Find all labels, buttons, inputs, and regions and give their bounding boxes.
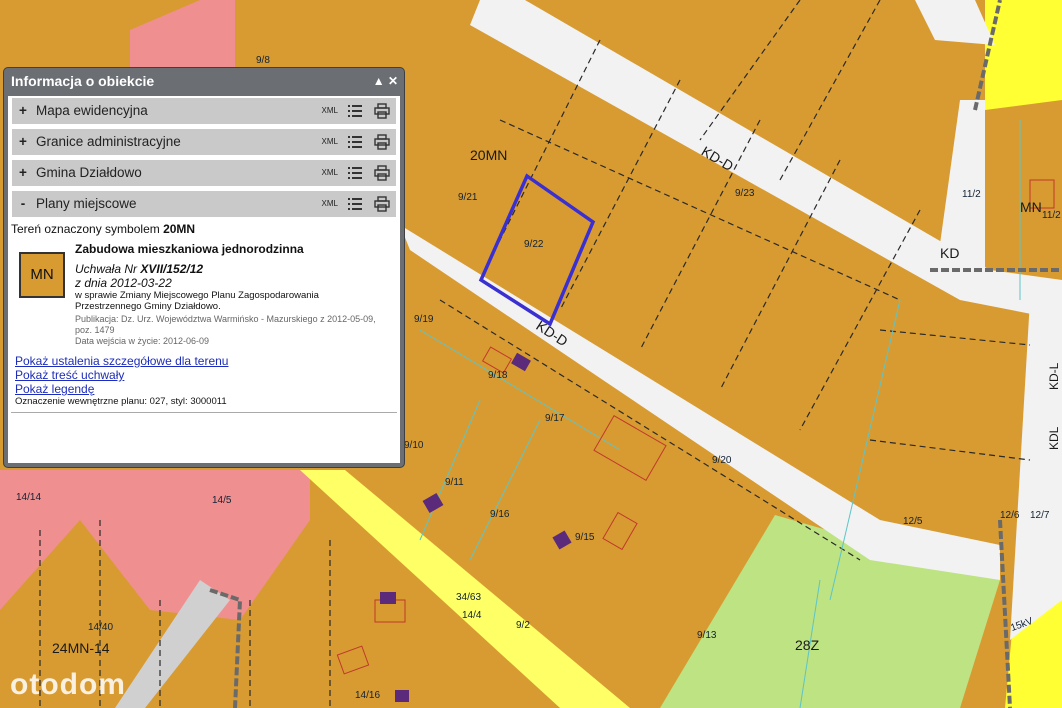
internal-designation: Oznaczenie wewnętrzne planu: 027, styl: … — [15, 396, 227, 407]
label-28z: 28Z — [795, 637, 820, 653]
xml-button[interactable]: XML — [322, 191, 338, 217]
parcel-11-2b: 11/2 — [1042, 210, 1061, 221]
print-icon[interactable] — [374, 196, 390, 212]
zone-symbol-box: MN — [19, 252, 65, 298]
xml-button[interactable]: XML — [322, 129, 338, 155]
resolution-date: z dnia 2012-03-22 — [75, 276, 172, 290]
object-info-panel[interactable]: Informacja o obiekcie ▲ ✕ + Mapa ewidency… — [4, 68, 404, 467]
parcel-9-2: 9/2 — [516, 620, 530, 631]
print-icon[interactable] — [374, 165, 390, 181]
parcel-14-40: 14/40 — [88, 622, 113, 633]
collapse-section-icon[interactable]: - — [16, 191, 30, 217]
parcel-9-16: 9/16 — [490, 509, 510, 520]
collapse-icon[interactable]: ▲ — [373, 74, 385, 88]
resolution-number: XVII/152/12 — [140, 262, 204, 276]
list-icon[interactable] — [348, 166, 362, 180]
symbol-prefix: Tereń oznaczony symbolem — [11, 222, 160, 236]
list-icon[interactable] — [348, 135, 362, 149]
label-mn: MN — [1020, 199, 1042, 215]
parcel-9-21: 9/21 — [458, 192, 478, 203]
link-resolution-text[interactable]: Pokaż treść uchwały — [15, 368, 124, 382]
list-icon[interactable] — [348, 197, 362, 211]
symbol-value: 20MN — [163, 222, 196, 236]
section-title: Gmina Działdowo — [36, 165, 142, 180]
expand-icon[interactable]: + — [16, 98, 30, 124]
panel-body: + Mapa ewidencyjna XML + Granice administr… — [8, 96, 400, 463]
list-icon[interactable] — [348, 104, 362, 118]
label-kd: KD — [940, 245, 959, 261]
label-kdl: KDL — [1047, 426, 1061, 450]
parcel-9-23: 9/23 — [735, 188, 755, 199]
section-title: Granice administracyjne — [36, 134, 181, 149]
parcel-9-17: 9/17 — [545, 413, 565, 424]
parcel-9-15: 9/15 — [575, 532, 595, 543]
plan-details: Tereń oznaczony symbolem 20MN MN Zabudow… — [11, 222, 397, 413]
otodom-watermark: otodom — [10, 668, 126, 701]
parcel-9-11: 9/11 — [445, 477, 464, 488]
expand-icon[interactable]: + — [16, 160, 30, 186]
label-kd-l: KD-L — [1047, 362, 1061, 390]
parcel-11-2: 11/2 — [962, 189, 981, 200]
close-icon[interactable]: ✕ — [388, 74, 398, 88]
parcel-14-14: 14/14 — [16, 492, 41, 503]
parcel-34-63: 34/63 — [456, 592, 481, 603]
xml-button[interactable]: XML — [322, 98, 338, 124]
section-mapa-ewidencyjna[interactable]: + Mapa ewidencyjna XML — [12, 98, 396, 124]
panel-header[interactable]: Informacja o obiekcie ▲ ✕ — [4, 68, 404, 94]
parcel-12-7: 12/7 — [1030, 510, 1050, 521]
print-icon[interactable] — [374, 103, 390, 119]
parcel-14-4: 14/4 — [462, 610, 482, 621]
expand-icon[interactable]: + — [16, 129, 30, 155]
section-title: Mapa ewidencyjna — [36, 103, 148, 118]
parcel-9-8: 9/8 — [256, 55, 270, 66]
section-gmina-dzialdowo[interactable]: + Gmina Działdowo XML — [12, 160, 396, 186]
parcel-14-16: 14/16 — [355, 690, 380, 701]
print-icon[interactable] — [374, 134, 390, 150]
parcel-12-6: 12/6 — [1000, 510, 1020, 521]
publication: Publikacja: Dz. Urz. Województwa Warmińs… — [75, 314, 376, 335]
parcel-9-18: 9/18 — [488, 370, 508, 381]
panel-title: Informacja o obiekcie — [11, 73, 155, 89]
parcel-9-20: 9/20 — [712, 455, 732, 466]
section-plany-miejscowe[interactable]: - Plany miejscowe XML — [12, 191, 396, 217]
section-title: Plany miejscowe — [36, 196, 137, 211]
link-legend[interactable]: Pokaż legendę — [15, 382, 94, 396]
label-20mn: 20MN — [470, 147, 507, 163]
xml-button[interactable]: XML — [322, 160, 338, 186]
parcel-9-19: 9/19 — [414, 314, 434, 325]
parcel-14-5: 14/5 — [212, 495, 232, 506]
section-granice-administracyjne[interactable]: + Granice administracyjne XML — [12, 129, 396, 155]
resolution-subject: w sprawie Zmiany Miejscowego Planu Zagos… — [75, 290, 319, 312]
symbol-line: Tereń oznaczony symbolem 20MN — [11, 222, 397, 236]
divider — [11, 412, 397, 413]
parcel-9-22: 9/22 — [524, 239, 544, 250]
entry-into-force: Data wejścia w życie: 2012-06-09 — [75, 336, 210, 346]
parcel-9-10: 9/10 — [404, 440, 424, 451]
resolution: Uchwała Nr XVII/152/12 — [75, 262, 203, 276]
zone-title: Zabudowa mieszkaniowa jednorodzinna — [75, 242, 304, 256]
label-24mn-14: 24MN-14 — [52, 640, 110, 656]
parcel-12-5: 12/5 — [903, 516, 923, 527]
resolution-prefix: Uchwała Nr — [75, 262, 138, 276]
parcel-9-13: 9/13 — [697, 630, 717, 641]
link-detailed-provisions[interactable]: Pokaż ustalenia szczegółowe dla terenu — [15, 354, 228, 368]
